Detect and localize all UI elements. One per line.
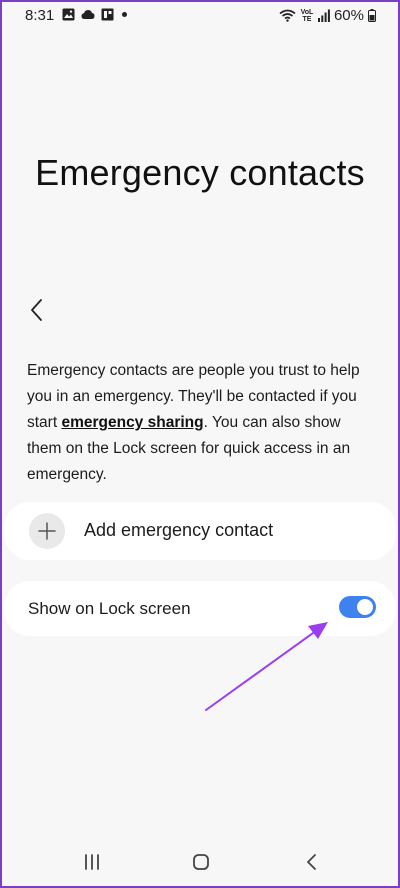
navigation-bar [2,842,398,886]
plus-icon [29,513,65,549]
wifi-icon [279,9,296,22]
screen: 8:31 VoLTE 60% Emergency contacts Emerge… [2,2,398,886]
signal-icon [317,9,330,22]
network-label: VoLTE [300,8,314,23]
back-icon[interactable] [297,850,327,874]
battery-percent: 60% [333,7,364,24]
notification-icons [62,8,127,21]
status-bar: 8:31 VoLTE 60% [2,2,398,30]
page-title: Emergency contacts [35,152,365,193]
app-icon [101,8,114,21]
more-notifications-dot [122,12,127,17]
emergency-sharing-link[interactable]: emergency sharing [61,414,203,431]
cloud-icon [81,10,95,19]
status-time: 8:31 [25,7,55,24]
status-right: VoLTE 60% [279,7,376,24]
description-text: Emergency contacts are people you trust … [27,358,377,488]
home-icon[interactable] [186,850,216,874]
show-on-lock-screen-row[interactable]: Show on Lock screen [4,581,396,636]
battery-icon [368,9,376,22]
show-on-lock-screen-label: Show on Lock screen [28,599,191,618]
add-emergency-contact-row[interactable]: Add emergency contact [4,502,396,560]
lock-screen-toggle[interactable] [339,596,376,618]
toggle-knob [357,599,373,615]
image-icon [62,8,75,21]
back-button[interactable] [26,297,48,323]
recent-apps-icon[interactable] [77,850,107,874]
add-emergency-contact-label: Add emergency contact [84,520,274,540]
